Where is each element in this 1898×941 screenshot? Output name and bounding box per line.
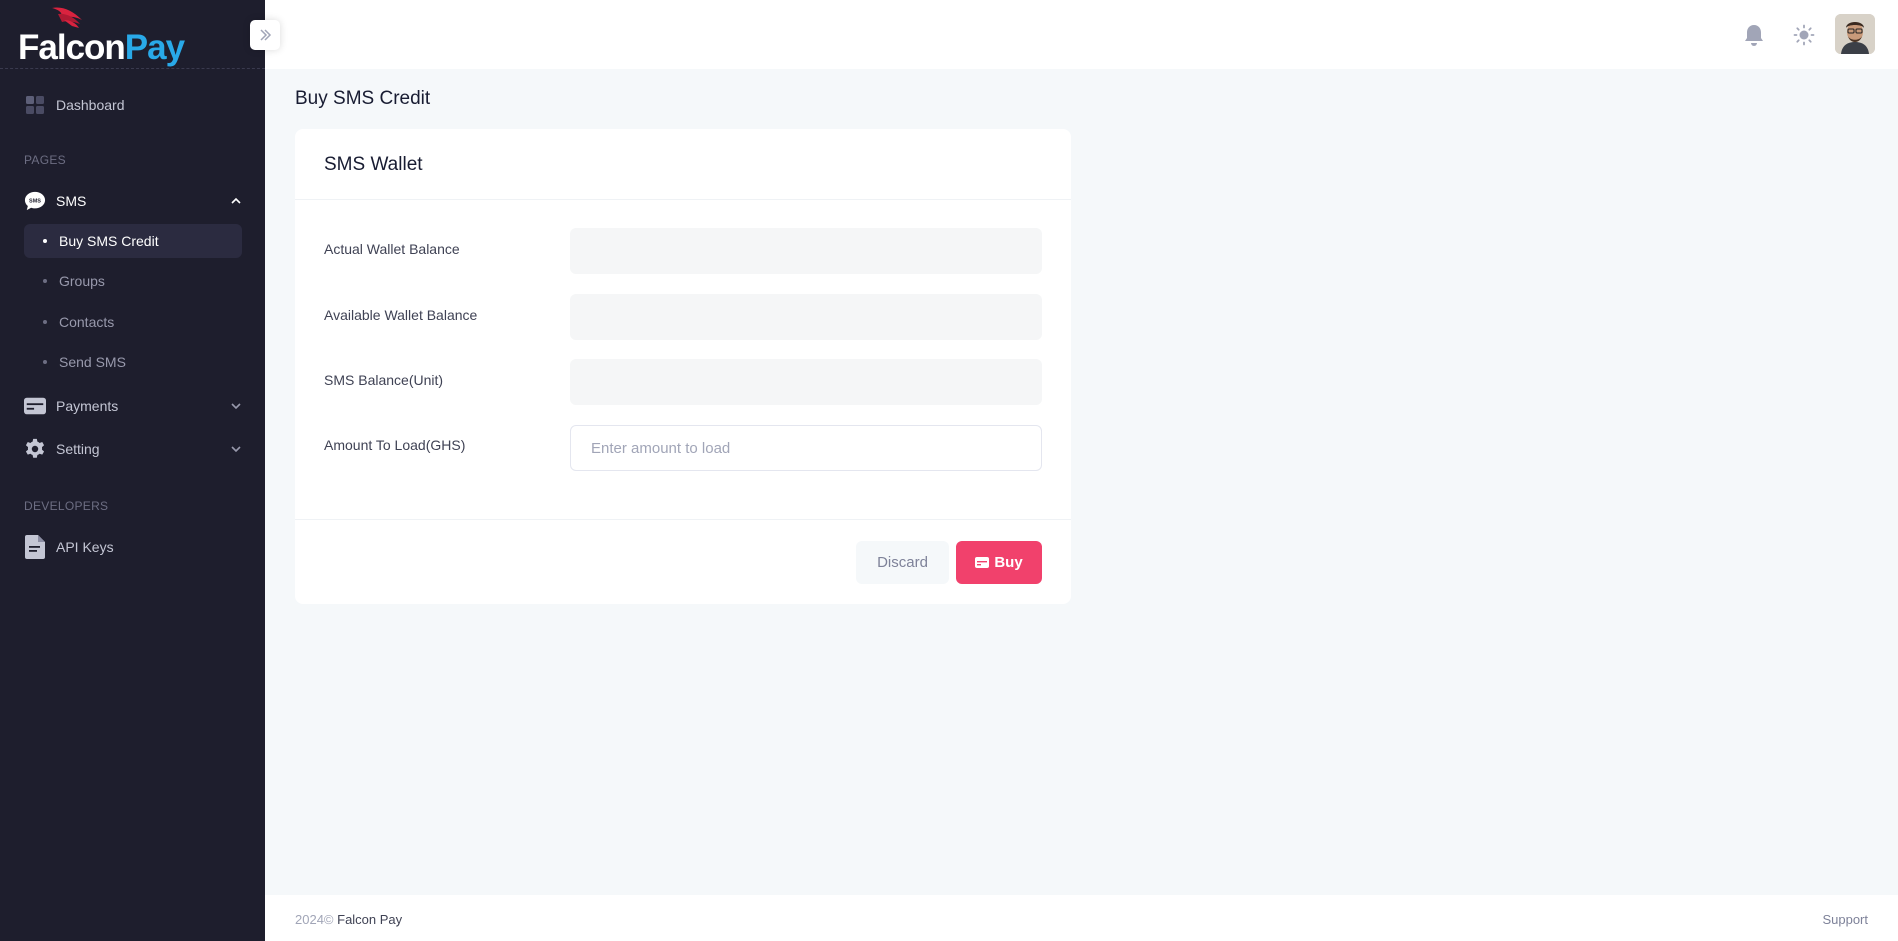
sidebar-subitem-label: Buy SMS Credit — [59, 233, 159, 249]
available-wallet-balance-field — [570, 294, 1042, 340]
card-divider — [295, 199, 1071, 200]
sms-bubble-icon: SMS — [24, 190, 46, 212]
sms-balance-field — [570, 359, 1042, 405]
sms-wallet-card: SMS Wallet Actual Wallet Balance Availab… — [295, 129, 1071, 604]
sidebar-item-label: API Keys — [56, 539, 114, 555]
double-chevron-right-icon — [260, 29, 272, 41]
amount-to-load-label: Amount To Load(GHS) — [324, 437, 466, 453]
sidebar-subitem-buy-sms-credit[interactable]: Buy SMS Credit — [24, 224, 242, 258]
sidebar-subitem-groups[interactable]: Groups — [24, 264, 242, 298]
gear-icon — [24, 438, 46, 460]
bullet-dot — [43, 239, 47, 243]
footer-copyright: 2024© Falcon Pay — [295, 912, 402, 927]
document-icon — [24, 535, 46, 559]
sidebar-item-dashboard[interactable]: Dashboard — [24, 85, 242, 125]
sms-balance-label: SMS Balance(Unit) — [324, 372, 444, 388]
buy-button[interactable]: Buy — [956, 541, 1042, 584]
page-title: Buy SMS Credit — [295, 88, 431, 109]
footer-year: 2024© — [295, 912, 334, 927]
sun-icon — [1793, 24, 1815, 46]
sidebar-item-api-keys[interactable]: API Keys — [24, 527, 242, 567]
theme-toggle-button[interactable] — [1789, 20, 1819, 50]
sidebar-item-label: Payments — [56, 398, 119, 414]
sidebar-item-label: SMS — [56, 193, 87, 209]
card-footer-divider — [295, 519, 1071, 520]
sidebar-subitem-label: Groups — [59, 273, 105, 289]
footer-support-link[interactable]: Support — [1822, 912, 1868, 927]
bullet-dot — [43, 279, 47, 283]
chevron-down-icon — [231, 403, 241, 410]
bullet-dot — [43, 320, 47, 324]
sidebar-toggle-button[interactable] — [250, 20, 280, 50]
svg-text:SMS: SMS — [29, 198, 41, 204]
payment-card-icon — [24, 395, 46, 417]
sidebar-subitem-contacts[interactable]: Contacts — [24, 305, 242, 339]
falconpay-logo[interactable]: FalconPay — [18, 4, 185, 67]
section-title-pages: PAGES — [24, 153, 66, 167]
amount-to-load-input[interactable] — [570, 425, 1042, 471]
logo-divider — [0, 68, 265, 69]
card-title: SMS Wallet — [324, 154, 423, 175]
sidebar-item-sms[interactable]: SMS SMS — [24, 181, 242, 221]
sidebar-item-setting[interactable]: Setting — [24, 429, 242, 469]
chevron-up-icon — [231, 197, 241, 204]
dashboard-icon — [24, 94, 46, 116]
available-wallet-balance-label: Available Wallet Balance — [324, 307, 478, 323]
sidebar: FalconPay Dashboard PAGES SMS SMS Buy SM… — [0, 0, 265, 941]
discard-button[interactable]: Discard — [856, 541, 949, 584]
footer-brand-link[interactable]: Falcon Pay — [337, 912, 402, 927]
sidebar-item-payments[interactable]: Payments — [24, 386, 242, 426]
sidebar-subitem-send-sms[interactable]: Send SMS — [24, 345, 242, 379]
logo-wordmark: FalconPay — [18, 28, 185, 67]
sidebar-item-label: Setting — [56, 441, 100, 457]
notification-bell-button[interactable] — [1739, 20, 1769, 50]
bell-icon — [1745, 25, 1763, 46]
bullet-dot — [43, 360, 47, 364]
page-footer: 2024© Falcon Pay Support — [265, 895, 1898, 941]
chevron-down-icon — [231, 446, 241, 453]
user-photo-icon — [1835, 14, 1875, 54]
top-header — [265, 0, 1898, 69]
buy-button-label: Buy — [994, 554, 1023, 571]
sidebar-item-label: Dashboard — [56, 97, 125, 113]
sidebar-subitem-label: Send SMS — [59, 354, 126, 370]
actual-wallet-balance-label: Actual Wallet Balance — [324, 241, 460, 257]
section-title-developers: DEVELOPERS — [24, 499, 109, 513]
actual-wallet-balance-field — [570, 228, 1042, 274]
user-avatar[interactable] — [1835, 14, 1875, 54]
wallet-icon — [975, 557, 990, 568]
sidebar-subitem-label: Contacts — [59, 314, 115, 330]
